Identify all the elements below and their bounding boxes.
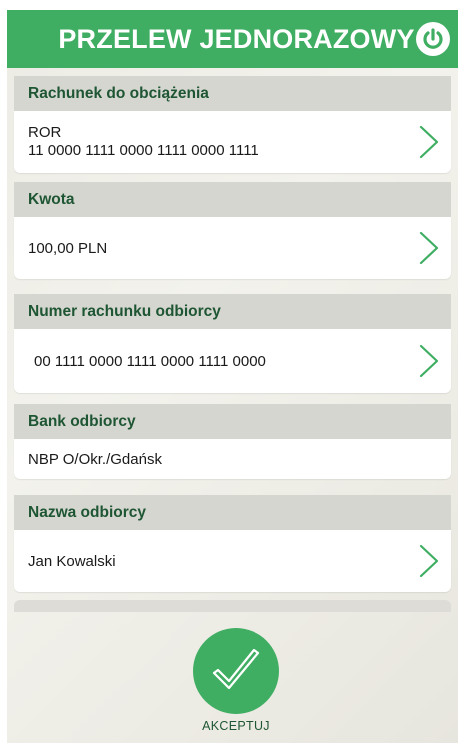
chevron-right-icon xyxy=(419,344,439,378)
section-header-amount: Kwota xyxy=(14,182,451,217)
section-label: Rachunek do obciążenia xyxy=(28,84,209,102)
section-label: Bank odbiorcy xyxy=(28,412,136,430)
account-number: 11 0000 1111 0000 1111 0000 1111 xyxy=(28,142,259,159)
next-section-edge xyxy=(14,600,451,612)
amount-row[interactable]: 100,00 PLN xyxy=(14,217,451,279)
recipient-account-number: 00 1111 0000 1111 0000 1111 0000 xyxy=(34,352,266,370)
section-label: Kwota xyxy=(28,190,75,208)
section-header-debit-account: Rachunek do obciążenia xyxy=(14,76,451,111)
recipient-bank-row: NBP O/Okr./Gdańsk xyxy=(14,439,451,479)
accept-label[interactable]: AKCEPTUJ xyxy=(157,719,315,733)
section-label: Numer rachunku odbiorcy xyxy=(28,302,221,320)
section-header-recipient-name: Nazwa odbiorcy xyxy=(14,495,451,530)
top-bar: PRZELEW JEDNORAZOWY xyxy=(7,10,458,68)
section-header-recipient-bank: Bank odbiorcy xyxy=(14,404,451,439)
chevron-right-icon xyxy=(419,231,439,265)
power-icon xyxy=(423,28,443,49)
recipient-bank-value: NBP O/Okr./Gdańsk xyxy=(28,450,162,468)
page-title: PRZELEW JEDNORAZOWY xyxy=(58,23,415,54)
section-header-recipient-account: Numer rachunku odbiorcy xyxy=(14,294,451,329)
account-type: ROR xyxy=(28,124,62,141)
recipient-account-row[interactable]: 00 1111 0000 1111 0000 1111 0000 xyxy=(14,329,451,393)
recipient-name-value: Jan Kowalski xyxy=(28,552,116,570)
recipient-name-row[interactable]: Jan Kowalski xyxy=(14,530,451,592)
chevron-right-icon xyxy=(419,544,439,578)
checkmark-icon xyxy=(212,648,260,690)
phone-screen: PRZELEW JEDNORAZOWY Rachunek do obciążen… xyxy=(7,10,458,743)
chevron-right-icon xyxy=(419,125,439,159)
debit-account-row[interactable]: ROR 11 0000 1111 0000 1111 0000 1111 xyxy=(14,111,451,173)
amount-value: 100,00 PLN xyxy=(28,239,108,257)
power-button[interactable] xyxy=(416,22,450,56)
accept-button[interactable] xyxy=(193,628,279,714)
section-label: Nazwa odbiorcy xyxy=(28,503,146,521)
